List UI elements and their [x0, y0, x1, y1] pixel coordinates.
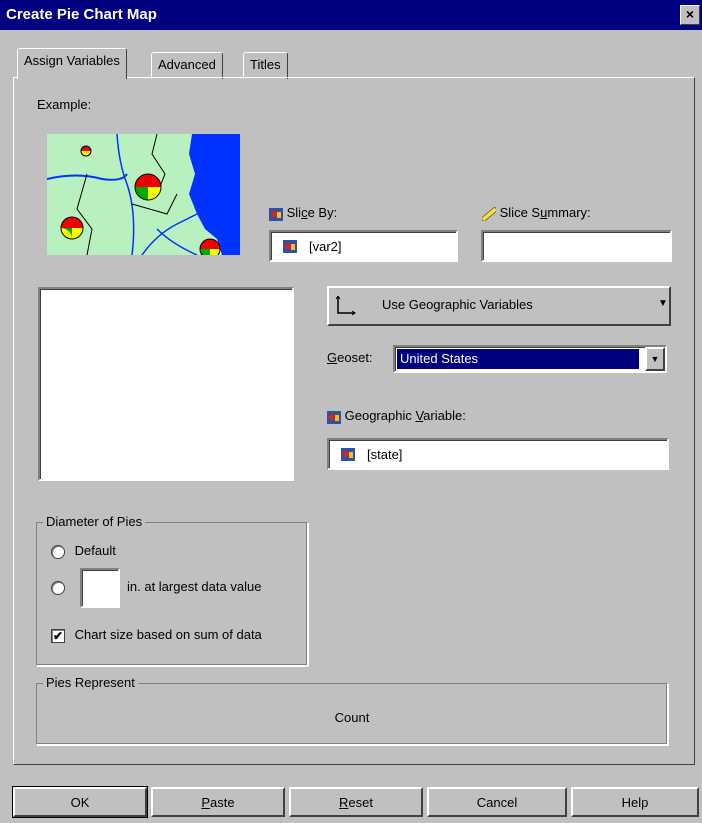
chevron-down-icon: ▼ [650, 354, 660, 364]
slice-by-value: [var2] [309, 239, 342, 254]
label-text: Sli [286, 205, 302, 220]
button-label: OK [70, 795, 90, 810]
largest-value-radio[interactable] [51, 580, 65, 595]
slice-by-label: Slice By: [269, 205, 337, 221]
default-radio-label: Default [74, 543, 116, 558]
axes-icon [335, 296, 356, 316]
largest-value-radio-row[interactable] [51, 579, 65, 595]
diameter-group: Diameter of Pies Default in. at largest … [36, 514, 308, 666]
geographic-mode-dropdown[interactable]: Use Geographic Variables ▼ [327, 286, 671, 326]
label-text: e By: [307, 205, 338, 220]
label-mnemonic: V [415, 408, 424, 423]
diameter-size-input[interactable] [80, 568, 120, 608]
slice-summary-label: Slice Summary: [482, 205, 591, 221]
variable-list[interactable] [38, 287, 294, 481]
button-label: Help [621, 795, 649, 810]
button-mnemonic: R [339, 795, 349, 810]
largest-value-label: in. at largest data value [127, 579, 262, 594]
tab-label: Advanced [158, 57, 216, 72]
tab-label: Assign Variables [24, 53, 120, 68]
default-radio[interactable] [51, 544, 65, 559]
label-text: eoset: [337, 350, 373, 365]
cancel-button[interactable]: Cancel [427, 787, 567, 817]
tab-titles[interactable]: Titles [243, 52, 288, 79]
default-radio-row[interactable]: Default [51, 543, 116, 559]
tab-label: Titles [250, 57, 281, 72]
nominal-variable-icon [283, 240, 297, 253]
reset-button[interactable]: Reset [289, 787, 423, 817]
label-text: Slice S [499, 205, 541, 220]
ok-button[interactable]: OK [12, 786, 148, 818]
slice-summary-field[interactable] [481, 230, 672, 262]
geoset-value: United States [400, 351, 479, 366]
chevron-down-icon: ▼ [658, 298, 668, 309]
pies-represent-value: Count [334, 710, 370, 725]
button-label: eset [348, 795, 373, 810]
nominal-variable-icon [341, 448, 355, 461]
chart-size-checkbox[interactable]: ✔ [51, 628, 65, 643]
window-title: Create Pie Chart Map [6, 6, 157, 23]
pies-represent-title: Pies Represent [43, 675, 138, 690]
button-label: Cancel [476, 795, 518, 810]
geographic-variable-field[interactable]: [state] [327, 438, 669, 470]
label-mnemonic: G [327, 350, 338, 365]
nominal-variable-icon [327, 410, 341, 424]
pies-represent-group: Pies Represent Count [36, 675, 668, 745]
label-text: mmary: [547, 205, 591, 220]
paste-button[interactable]: Paste [151, 787, 285, 817]
button-label: aste [210, 795, 235, 810]
nominal-variable-icon [269, 207, 283, 221]
geographic-mode-value: Use Geographic Variables [382, 297, 533, 312]
example-map-image [47, 134, 240, 255]
diameter-group-title: Diameter of Pies [43, 514, 146, 529]
geoset-dropdown-button[interactable]: ▼ [645, 347, 665, 371]
chart-size-label: Chart size based on sum of data [74, 627, 262, 642]
button-mnemonic: P [201, 795, 211, 810]
ruler-icon [482, 206, 496, 221]
example-label: Example: [37, 97, 92, 112]
label-text: Geographic [344, 408, 416, 423]
close-button[interactable]: × [680, 5, 700, 25]
geoset-label: Geoset: [327, 350, 373, 365]
chart-size-checkbox-row[interactable]: ✔ Chart size based on sum of data [51, 627, 262, 643]
geographic-variable-label: Geographic Variable: [327, 408, 466, 424]
title-bar: Create Pie Chart Map × [0, 0, 702, 30]
geographic-variable-value: [state] [367, 447, 403, 462]
geoset-select[interactable]: United States ▼ [393, 345, 667, 373]
slice-by-field[interactable]: [var2] [269, 230, 458, 262]
tab-assign-variables[interactable]: Assign Variables [17, 48, 127, 79]
label-text: ariable: [423, 408, 466, 423]
help-button[interactable]: Help [571, 787, 699, 817]
tab-advanced[interactable]: Advanced [151, 52, 223, 79]
